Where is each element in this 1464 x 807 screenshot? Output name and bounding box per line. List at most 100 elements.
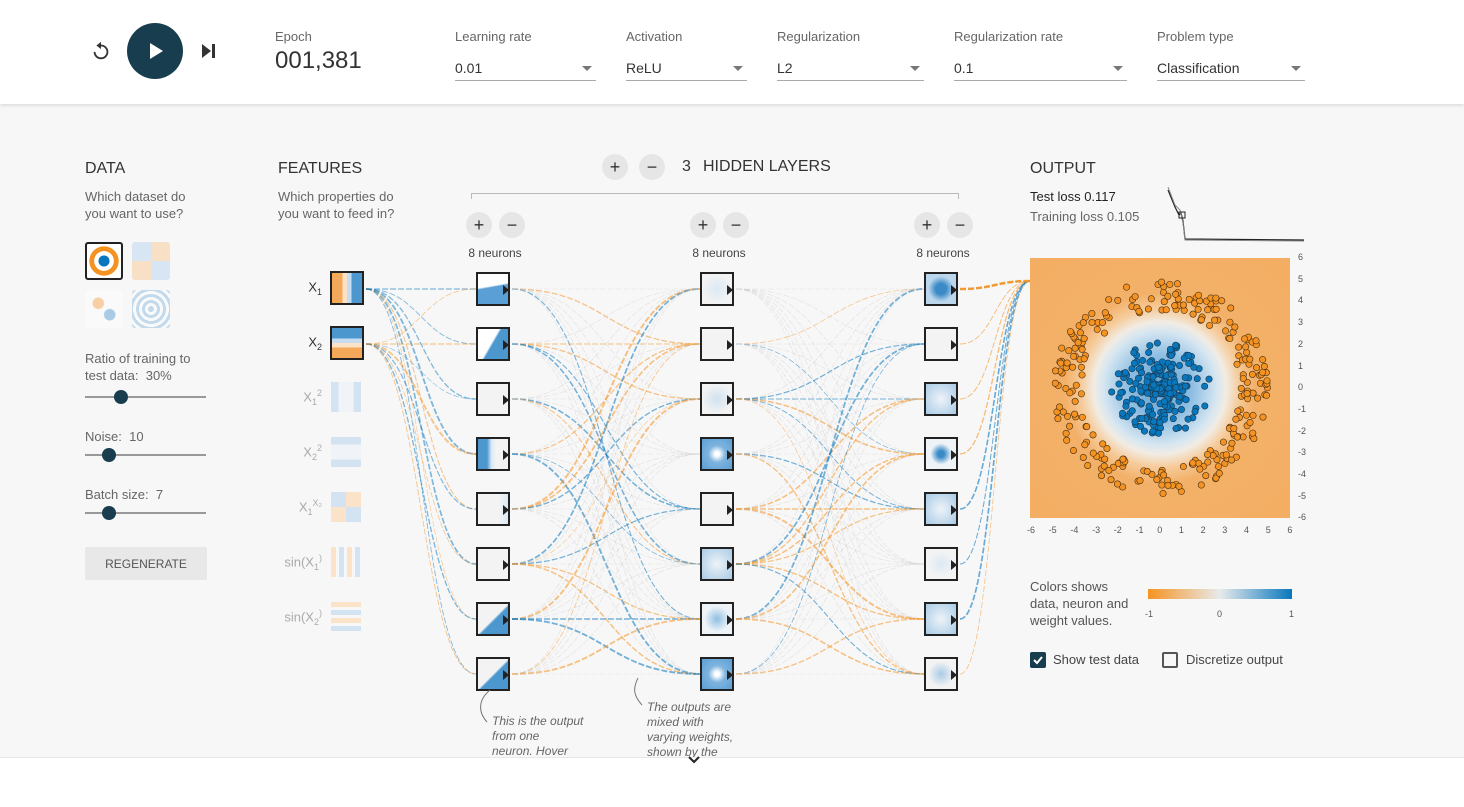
regularization-select[interactable]: L2 bbox=[777, 55, 924, 81]
data-point bbox=[1144, 389, 1152, 397]
neuron[interactable] bbox=[476, 657, 510, 691]
problem-type-select[interactable]: Classification bbox=[1157, 55, 1305, 81]
activation-select[interactable]: ReLU bbox=[626, 55, 747, 81]
add-neuron-button[interactable]: + bbox=[466, 212, 492, 238]
data-point bbox=[1072, 381, 1080, 389]
data-point bbox=[1065, 347, 1073, 355]
learning-rate-select[interactable]: 0.01 bbox=[455, 55, 596, 81]
neuron[interactable] bbox=[700, 382, 734, 416]
data-point bbox=[1121, 369, 1129, 377]
neuron[interactable] bbox=[924, 547, 958, 581]
ratio-slider[interactable] bbox=[85, 390, 206, 404]
discretize-output-label[interactable]: Discretize output bbox=[1186, 652, 1283, 667]
neuron[interactable] bbox=[700, 492, 734, 526]
data-point bbox=[1246, 355, 1254, 363]
slider-knob[interactable] bbox=[102, 448, 117, 462]
batch-slider[interactable] bbox=[85, 506, 206, 520]
feature-node[interactable] bbox=[331, 547, 361, 577]
feature-node[interactable] bbox=[331, 602, 361, 632]
x-tick: -2 bbox=[1113, 525, 1122, 535]
remove-neuron-button[interactable]: − bbox=[723, 212, 749, 238]
reset-icon[interactable] bbox=[90, 40, 112, 66]
data-point bbox=[1084, 461, 1092, 469]
feature-node[interactable] bbox=[331, 492, 361, 522]
dataset-gauss[interactable] bbox=[85, 290, 123, 328]
color-legend-text: Colors shows data, neuron and weight value… bbox=[1030, 578, 1128, 629]
neuron-count: 8 neurons bbox=[692, 246, 746, 260]
data-point bbox=[1058, 344, 1066, 352]
show-test-data-checkbox[interactable] bbox=[1030, 652, 1046, 668]
step-icon[interactable] bbox=[200, 41, 218, 65]
data-point bbox=[1195, 291, 1203, 299]
neuron[interactable] bbox=[924, 382, 958, 416]
discretize-output-checkbox[interactable] bbox=[1162, 652, 1178, 668]
data-point bbox=[1143, 378, 1151, 386]
noise-label: Noise: 10 bbox=[85, 429, 144, 444]
data-point bbox=[1181, 424, 1189, 432]
neuron[interactable] bbox=[700, 602, 734, 636]
feature-label: X12 bbox=[303, 388, 322, 407]
neuron[interactable] bbox=[700, 272, 734, 306]
regenerate-button[interactable]: REGENERATE bbox=[85, 547, 207, 580]
data-point bbox=[1237, 384, 1245, 392]
note-line: This is the output bbox=[492, 714, 584, 728]
regularization-rate-select[interactable]: 0.1 bbox=[954, 55, 1127, 81]
data-point bbox=[1114, 480, 1122, 488]
feature-node[interactable] bbox=[330, 271, 364, 305]
neuron[interactable] bbox=[476, 547, 510, 581]
neuron[interactable] bbox=[476, 272, 510, 306]
feature-node[interactable] bbox=[330, 326, 364, 360]
neuron[interactable] bbox=[476, 327, 510, 361]
data-point bbox=[1232, 415, 1240, 423]
data-point bbox=[1147, 295, 1155, 303]
neuron[interactable] bbox=[700, 437, 734, 471]
data-point bbox=[1167, 352, 1175, 360]
neuron[interactable] bbox=[924, 602, 958, 636]
neuron[interactable] bbox=[476, 602, 510, 636]
x-tick: -1 bbox=[1135, 525, 1144, 535]
show-test-data-label[interactable]: Show test data bbox=[1053, 652, 1139, 667]
neuron[interactable] bbox=[476, 382, 510, 416]
add-neuron-button[interactable]: + bbox=[690, 212, 716, 238]
neuron[interactable] bbox=[476, 437, 510, 471]
y-tick: 6 bbox=[1298, 252, 1304, 262]
data-point bbox=[1144, 305, 1152, 313]
feature-node[interactable] bbox=[331, 437, 361, 467]
neuron[interactable] bbox=[924, 437, 958, 471]
data-point bbox=[1203, 450, 1211, 458]
dataset-xor[interactable] bbox=[132, 242, 170, 280]
feature-node[interactable] bbox=[331, 382, 361, 412]
neuron[interactable] bbox=[924, 327, 958, 361]
remove-neuron-button[interactable]: − bbox=[947, 212, 973, 238]
neuron[interactable] bbox=[700, 657, 734, 691]
chevron-down-icon[interactable] bbox=[687, 752, 701, 764]
y-tick: -4 bbox=[1298, 469, 1307, 479]
dataset-spiral[interactable] bbox=[132, 290, 170, 328]
neuron[interactable] bbox=[700, 327, 734, 361]
legend-line: data, neuron and bbox=[1030, 596, 1129, 611]
play-button[interactable] bbox=[127, 23, 183, 79]
slider-knob[interactable] bbox=[114, 390, 129, 404]
add-neuron-button[interactable]: + bbox=[914, 212, 940, 238]
data-title: DATA bbox=[85, 160, 126, 177]
data-point bbox=[1172, 384, 1180, 392]
data-point bbox=[1241, 335, 1249, 343]
neuron[interactable] bbox=[924, 492, 958, 526]
noise-slider[interactable] bbox=[85, 448, 206, 462]
regularization-label: Regularization bbox=[777, 29, 861, 44]
neuron[interactable] bbox=[924, 657, 958, 691]
neuron[interactable] bbox=[476, 492, 510, 526]
output-heatmap[interactable] bbox=[1030, 258, 1290, 518]
y-tick: 1 bbox=[1298, 360, 1304, 371]
slider-knob[interactable] bbox=[102, 506, 117, 520]
data-point bbox=[1169, 415, 1177, 423]
remove-neuron-button[interactable]: − bbox=[499, 212, 525, 238]
add-layer-button[interactable]: + bbox=[602, 154, 628, 180]
neuron[interactable] bbox=[700, 547, 734, 581]
neuron[interactable] bbox=[924, 272, 958, 306]
remove-layer-button[interactable]: − bbox=[639, 154, 665, 180]
data-point bbox=[1166, 345, 1174, 353]
feature-label: X2 bbox=[308, 334, 322, 352]
y-tick: 0 bbox=[1298, 382, 1304, 393]
dataset-circle[interactable] bbox=[85, 242, 123, 280]
